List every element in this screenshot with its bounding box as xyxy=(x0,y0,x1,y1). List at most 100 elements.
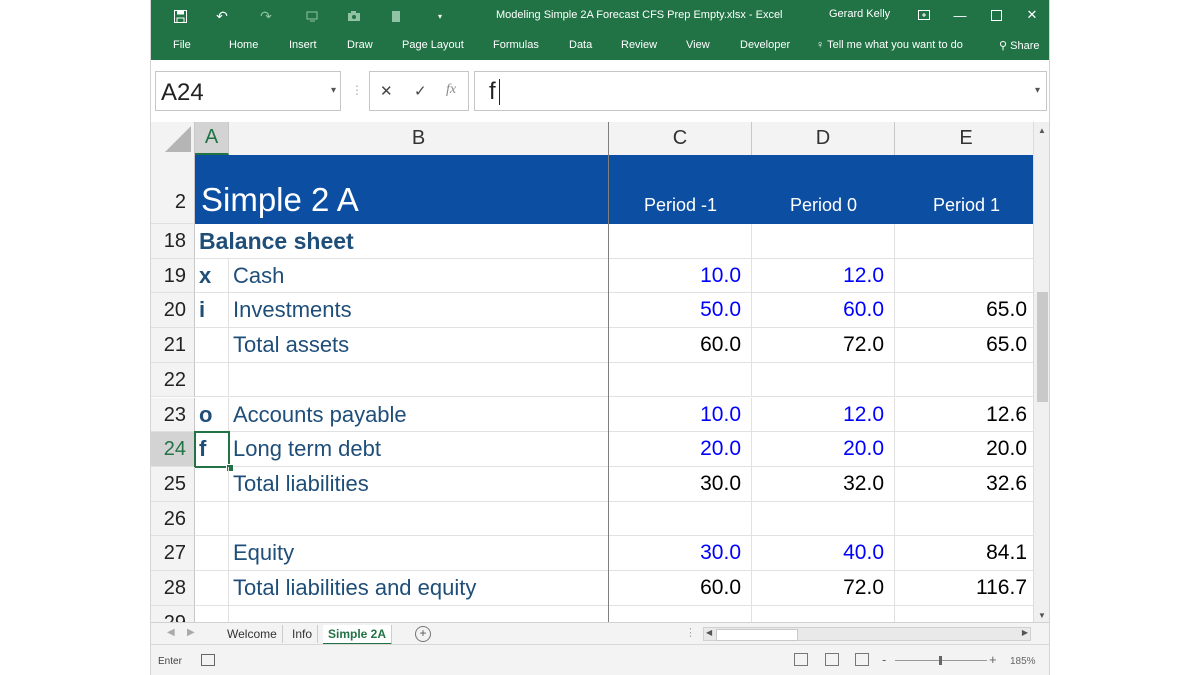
undo-icon[interactable]: ↶ xyxy=(213,7,231,25)
save-icon[interactable] xyxy=(171,7,189,25)
row-header[interactable]: 23 xyxy=(151,397,195,433)
tab-review[interactable]: Review xyxy=(621,39,657,51)
tab-file[interactable]: File xyxy=(173,39,191,51)
row-header[interactable]: 29 xyxy=(151,605,195,622)
cell-flag[interactable]: o xyxy=(195,397,229,433)
minimize-icon[interactable]: — xyxy=(949,6,971,24)
tab-insert[interactable]: Insert xyxy=(289,39,317,51)
section-heading[interactable]: Balance sheet xyxy=(195,224,609,259)
scroll-down-icon[interactable]: ▼ xyxy=(1038,611,1046,620)
row-header[interactable]: 27 xyxy=(151,536,195,571)
cell-period-value[interactable] xyxy=(609,605,752,622)
cell-period-value[interactable] xyxy=(895,259,1033,294)
ribbon-display-icon[interactable] xyxy=(913,6,935,24)
row-header[interactable]: 21 xyxy=(151,328,195,363)
row-header[interactable]: 26 xyxy=(151,501,195,537)
row-header[interactable]: 20 xyxy=(151,293,195,329)
zoom-out-icon[interactable]: - xyxy=(882,652,886,667)
enter-button[interactable]: ✓ xyxy=(414,82,427,100)
line-item-label[interactable]: Cash xyxy=(229,258,609,294)
line-item-label[interactable]: Long term debt xyxy=(229,432,609,467)
tab-home[interactable]: Home xyxy=(229,39,258,51)
sheet-tab-simple-2a[interactable]: Simple 2A xyxy=(323,625,393,645)
sheet-tab-info[interactable]: Info xyxy=(287,625,319,643)
line-item-label[interactable]: Total assets xyxy=(229,328,609,363)
cell-period-value[interactable]: 40.0 xyxy=(752,536,895,571)
cell-period-value[interactable]: 20.0 xyxy=(752,432,895,467)
tell-me-search[interactable]: ♀ Tell me what you want to do xyxy=(816,39,963,51)
cell-period-value[interactable] xyxy=(895,363,1033,398)
column-header-b[interactable]: B xyxy=(229,122,609,155)
row-header[interactable]: 28 xyxy=(151,571,195,606)
cell-period-value[interactable]: 20.0 xyxy=(609,432,752,467)
scroll-thumb[interactable] xyxy=(716,629,798,641)
zoom-in-icon[interactable]: + xyxy=(989,652,997,667)
name-box[interactable]: A24 ▾ xyxy=(155,71,341,111)
macro-record-icon[interactable] xyxy=(201,654,215,666)
cell-period-value[interactable] xyxy=(895,606,1033,622)
cell-flag[interactable] xyxy=(195,605,229,622)
tab-draw[interactable]: Draw xyxy=(347,39,373,51)
splitter-icon[interactable]: ⋮ xyxy=(351,83,363,97)
next-sheet-icon[interactable]: ▶ xyxy=(187,627,195,638)
cell-flag[interactable] xyxy=(195,536,229,571)
page-break-view-icon[interactable] xyxy=(855,653,869,666)
cell-period-value[interactable]: 60.0 xyxy=(752,293,895,329)
row-header[interactable]: 18 xyxy=(151,224,195,259)
line-item-label[interactable]: Total liabilities and equity xyxy=(229,571,609,606)
cell-flag[interactable] xyxy=(195,571,229,606)
vertical-scrollbar[interactable]: ▲ ▼ xyxy=(1033,122,1049,622)
format-icon[interactable] xyxy=(387,7,405,25)
normal-view-icon[interactable] xyxy=(794,653,808,666)
select-all-button[interactable] xyxy=(151,122,195,155)
tab-formulas[interactable]: Formulas xyxy=(493,39,539,51)
cell-period-value[interactable] xyxy=(895,502,1033,537)
page-layout-view-icon[interactable] xyxy=(825,653,839,666)
cell-flag[interactable] xyxy=(195,466,229,502)
cell-period-value[interactable]: 65.0 xyxy=(895,328,1033,363)
line-item-label[interactable] xyxy=(229,362,609,398)
cell-period-value[interactable]: 72.0 xyxy=(752,328,895,363)
cell-period-value[interactable]: 12.0 xyxy=(752,397,895,433)
add-sheet-icon[interactable]: + xyxy=(415,626,431,642)
cell-period-value[interactable]: 30.0 xyxy=(609,466,752,502)
formula-input[interactable]: f ▾ xyxy=(474,71,1047,111)
cell-flag[interactable]: i xyxy=(195,293,229,329)
zoom-level[interactable]: 185% xyxy=(1010,656,1036,667)
cell-period-value[interactable]: 32.0 xyxy=(752,466,895,502)
cell-period-value[interactable]: 30.0 xyxy=(609,536,752,571)
scroll-right-icon[interactable]: ▶ xyxy=(1022,628,1028,637)
cell-period-value[interactable]: 12.0 xyxy=(752,258,895,294)
tab-view[interactable]: View xyxy=(686,39,710,51)
cell-flag[interactable]: f xyxy=(195,432,229,467)
user-name[interactable]: Gerard Kelly xyxy=(829,8,890,20)
row-header[interactable]: 24 xyxy=(151,432,195,467)
cell-period-value[interactable] xyxy=(752,224,895,259)
cell-period-value[interactable]: 60.0 xyxy=(609,571,752,606)
cell-period-value[interactable]: 10.0 xyxy=(609,397,752,433)
tab-data[interactable]: Data xyxy=(569,39,592,51)
column-header-d[interactable]: D xyxy=(752,122,895,155)
cell-period-value[interactable] xyxy=(752,605,895,622)
scroll-up-icon[interactable]: ▲ xyxy=(1038,126,1046,135)
line-item-label[interactable]: Accounts payable xyxy=(229,397,609,433)
scroll-thumb[interactable] xyxy=(1037,292,1048,402)
cell-period-value[interactable] xyxy=(752,501,895,537)
cell-period-value[interactable] xyxy=(609,362,752,398)
line-item-label[interactable] xyxy=(229,605,609,622)
cell-period-value[interactable]: 60.0 xyxy=(609,328,752,363)
cell-period-value[interactable]: 10.0 xyxy=(609,258,752,294)
cell-period-value[interactable]: 32.6 xyxy=(895,467,1033,502)
scroll-left-icon[interactable]: ◀ xyxy=(706,628,712,637)
prev-sheet-icon[interactable]: ◀ xyxy=(167,627,175,638)
line-item-label[interactable]: Total liabilities xyxy=(229,466,609,502)
cell-flag[interactable]: x xyxy=(195,258,229,294)
column-header-e[interactable]: E xyxy=(895,122,1033,155)
cell-period-value[interactable]: 12.6 xyxy=(895,398,1033,433)
close-icon[interactable]: ✕ xyxy=(1021,6,1043,24)
cell-period-value[interactable]: 50.0 xyxy=(609,293,752,329)
line-item-label[interactable]: Equity xyxy=(229,536,609,571)
cell-period-value[interactable] xyxy=(609,224,752,259)
touch-mode-icon[interactable] xyxy=(303,7,321,25)
cell-flag[interactable] xyxy=(195,501,229,537)
